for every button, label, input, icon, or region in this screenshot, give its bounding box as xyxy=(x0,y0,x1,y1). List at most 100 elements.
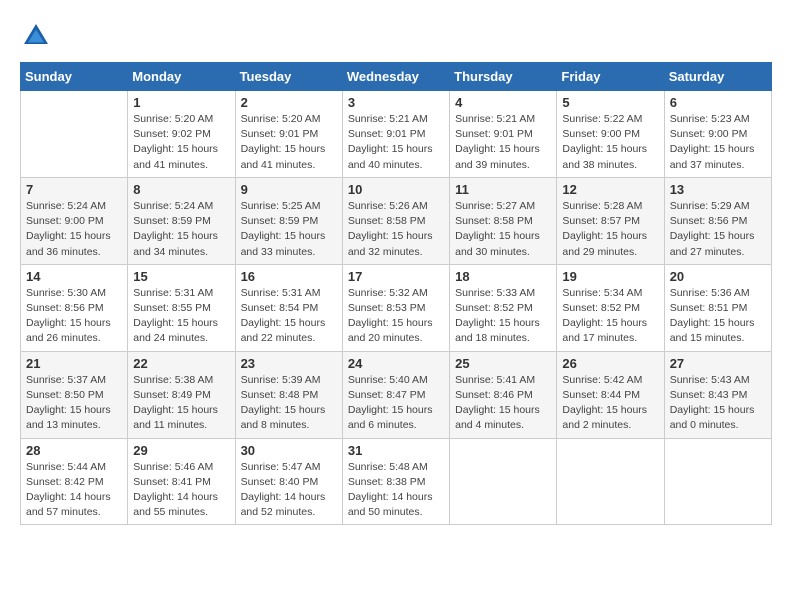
day-info: Sunrise: 5:26 AM Sunset: 8:58 PM Dayligh… xyxy=(348,199,444,260)
table-row: 16 Sunrise: 5:31 AM Sunset: 8:54 PM Dayli… xyxy=(235,264,342,351)
table-row: 31 Sunrise: 5:48 AM Sunset: 8:38 PM Dayli… xyxy=(342,438,449,525)
table-row: 27Sunrise: 5:43 AM Sunset: 8:43 PM Dayli… xyxy=(664,351,771,438)
day-info: Sunrise: 5:47 AM Sunset: 8:40 PM Dayligh… xyxy=(241,460,337,521)
day-info: Sunrise: 5:48 AM Sunset: 8:38 PM Dayligh… xyxy=(348,460,444,521)
day-number: 4 xyxy=(455,95,551,110)
day-info: Sunrise: 5:23 AM Sunset: 9:00 PM Dayligh… xyxy=(670,112,766,173)
day-number: 30 xyxy=(241,443,337,458)
table-row: 2 Sunrise: 5:20 AM Sunset: 9:01 PM Daylig… xyxy=(235,91,342,178)
day-info: Sunrise: 5:22 AM Sunset: 9:00 PM Dayligh… xyxy=(562,112,658,173)
day-number: 18 xyxy=(455,269,551,284)
table-row: 24 Sunrise: 5:40 AM Sunset: 8:47 PM Dayli… xyxy=(342,351,449,438)
calendar-week-row: 7Sunrise: 5:24 AM Sunset: 9:00 PM Daylig… xyxy=(21,177,772,264)
day-info: Sunrise: 5:20 AM Sunset: 9:02 PM Dayligh… xyxy=(133,112,229,173)
day-info: Sunrise: 5:33 AM Sunset: 8:52 PM Dayligh… xyxy=(455,286,551,347)
day-info: Sunrise: 5:32 AM Sunset: 8:53 PM Dayligh… xyxy=(348,286,444,347)
page-header xyxy=(20,20,772,52)
day-info: Sunrise: 5:46 AM Sunset: 8:41 PM Dayligh… xyxy=(133,460,229,521)
day-info: Sunrise: 5:38 AM Sunset: 8:49 PM Dayligh… xyxy=(133,373,229,434)
day-number: 21 xyxy=(26,356,122,371)
day-number: 12 xyxy=(562,182,658,197)
table-row: 29 Sunrise: 5:46 AM Sunset: 8:41 PM Dayli… xyxy=(128,438,235,525)
day-info: Sunrise: 5:31 AM Sunset: 8:55 PM Dayligh… xyxy=(133,286,229,347)
table-row: 17 Sunrise: 5:32 AM Sunset: 8:53 PM Dayli… xyxy=(342,264,449,351)
day-info: Sunrise: 5:28 AM Sunset: 8:57 PM Dayligh… xyxy=(562,199,658,260)
table-row: 7Sunrise: 5:24 AM Sunset: 9:00 PM Daylig… xyxy=(21,177,128,264)
table-row: 28 Sunrise: 5:44 AM Sunset: 8:42 PM Dayli… xyxy=(21,438,128,525)
day-number: 9 xyxy=(241,182,337,197)
col-saturday: Saturday xyxy=(664,63,771,91)
day-info: Sunrise: 5:20 AM Sunset: 9:01 PM Dayligh… xyxy=(241,112,337,173)
day-number: 11 xyxy=(455,182,551,197)
day-number: 16 xyxy=(241,269,337,284)
day-info: Sunrise: 5:31 AM Sunset: 8:54 PM Dayligh… xyxy=(241,286,337,347)
logo xyxy=(20,20,56,52)
table-row xyxy=(664,438,771,525)
col-sunday: Sunday xyxy=(21,63,128,91)
table-row: 30 Sunrise: 5:47 AM Sunset: 8:40 PM Dayli… xyxy=(235,438,342,525)
table-row: 21Sunrise: 5:37 AM Sunset: 8:50 PM Dayli… xyxy=(21,351,128,438)
day-number: 22 xyxy=(133,356,229,371)
col-friday: Friday xyxy=(557,63,664,91)
day-number: 15 xyxy=(133,269,229,284)
table-row: 20Sunrise: 5:36 AM Sunset: 8:51 PM Dayli… xyxy=(664,264,771,351)
day-info: Sunrise: 5:39 AM Sunset: 8:48 PM Dayligh… xyxy=(241,373,337,434)
day-info: Sunrise: 5:40 AM Sunset: 8:47 PM Dayligh… xyxy=(348,373,444,434)
table-row xyxy=(450,438,557,525)
table-row: 15 Sunrise: 5:31 AM Sunset: 8:55 PM Dayli… xyxy=(128,264,235,351)
col-thursday: Thursday xyxy=(450,63,557,91)
table-row: 6 Sunrise: 5:23 AM Sunset: 9:00 PM Daylig… xyxy=(664,91,771,178)
logo-icon xyxy=(20,20,52,52)
table-row: 11 Sunrise: 5:27 AM Sunset: 8:58 PM Dayli… xyxy=(450,177,557,264)
day-info: Sunrise: 5:24 AM Sunset: 8:59 PM Dayligh… xyxy=(133,199,229,260)
table-row: 26 Sunrise: 5:42 AM Sunset: 8:44 PM Dayli… xyxy=(557,351,664,438)
table-row: 8 Sunrise: 5:24 AM Sunset: 8:59 PM Daylig… xyxy=(128,177,235,264)
day-info: Sunrise: 5:21 AM Sunset: 9:01 PM Dayligh… xyxy=(348,112,444,173)
calendar-table: Sunday Monday Tuesday Wednesday Thursday… xyxy=(20,62,772,525)
day-number: 1 xyxy=(133,95,229,110)
day-number: 28 xyxy=(26,443,122,458)
day-number: 6 xyxy=(670,95,766,110)
table-row: 1 Sunrise: 5:20 AM Sunset: 9:02 PM Daylig… xyxy=(128,91,235,178)
day-number: 17 xyxy=(348,269,444,284)
day-number: 31 xyxy=(348,443,444,458)
table-row: 5 Sunrise: 5:22 AM Sunset: 9:00 PM Daylig… xyxy=(557,91,664,178)
calendar-week-row: 21Sunrise: 5:37 AM Sunset: 8:50 PM Dayli… xyxy=(21,351,772,438)
table-row: 10Sunrise: 5:26 AM Sunset: 8:58 PM Dayli… xyxy=(342,177,449,264)
calendar-week-row: 1 Sunrise: 5:20 AM Sunset: 9:02 PM Daylig… xyxy=(21,91,772,178)
day-number: 29 xyxy=(133,443,229,458)
table-row: 18 Sunrise: 5:33 AM Sunset: 8:52 PM Dayli… xyxy=(450,264,557,351)
calendar-week-row: 14Sunrise: 5:30 AM Sunset: 8:56 PM Dayli… xyxy=(21,264,772,351)
day-number: 23 xyxy=(241,356,337,371)
table-row: 22 Sunrise: 5:38 AM Sunset: 8:49 PM Dayli… xyxy=(128,351,235,438)
day-number: 13 xyxy=(670,182,766,197)
day-info: Sunrise: 5:21 AM Sunset: 9:01 PM Dayligh… xyxy=(455,112,551,173)
day-info: Sunrise: 5:41 AM Sunset: 8:46 PM Dayligh… xyxy=(455,373,551,434)
col-tuesday: Tuesday xyxy=(235,63,342,91)
table-row: 19Sunrise: 5:34 AM Sunset: 8:52 PM Dayli… xyxy=(557,264,664,351)
table-row: 12 Sunrise: 5:28 AM Sunset: 8:57 PM Dayli… xyxy=(557,177,664,264)
day-number: 2 xyxy=(241,95,337,110)
day-number: 3 xyxy=(348,95,444,110)
table-row: 25Sunrise: 5:41 AM Sunset: 8:46 PM Dayli… xyxy=(450,351,557,438)
day-info: Sunrise: 5:42 AM Sunset: 8:44 PM Dayligh… xyxy=(562,373,658,434)
day-info: Sunrise: 5:30 AM Sunset: 8:56 PM Dayligh… xyxy=(26,286,122,347)
day-number: 8 xyxy=(133,182,229,197)
day-info: Sunrise: 5:29 AM Sunset: 8:56 PM Dayligh… xyxy=(670,199,766,260)
day-info: Sunrise: 5:44 AM Sunset: 8:42 PM Dayligh… xyxy=(26,460,122,521)
day-number: 5 xyxy=(562,95,658,110)
day-number: 24 xyxy=(348,356,444,371)
day-info: Sunrise: 5:34 AM Sunset: 8:52 PM Dayligh… xyxy=(562,286,658,347)
table-row: 14Sunrise: 5:30 AM Sunset: 8:56 PM Dayli… xyxy=(21,264,128,351)
day-info: Sunrise: 5:27 AM Sunset: 8:58 PM Dayligh… xyxy=(455,199,551,260)
table-row: 13 Sunrise: 5:29 AM Sunset: 8:56 PM Dayli… xyxy=(664,177,771,264)
day-number: 26 xyxy=(562,356,658,371)
table-row: 9 Sunrise: 5:25 AM Sunset: 8:59 PM Daylig… xyxy=(235,177,342,264)
table-row xyxy=(21,91,128,178)
table-row: 3 Sunrise: 5:21 AM Sunset: 9:01 PM Daylig… xyxy=(342,91,449,178)
calendar-header-row: Sunday Monday Tuesday Wednesday Thursday… xyxy=(21,63,772,91)
day-number: 20 xyxy=(670,269,766,284)
day-info: Sunrise: 5:25 AM Sunset: 8:59 PM Dayligh… xyxy=(241,199,337,260)
table-row: 4 Sunrise: 5:21 AM Sunset: 9:01 PM Daylig… xyxy=(450,91,557,178)
table-row: 23 Sunrise: 5:39 AM Sunset: 8:48 PM Dayli… xyxy=(235,351,342,438)
